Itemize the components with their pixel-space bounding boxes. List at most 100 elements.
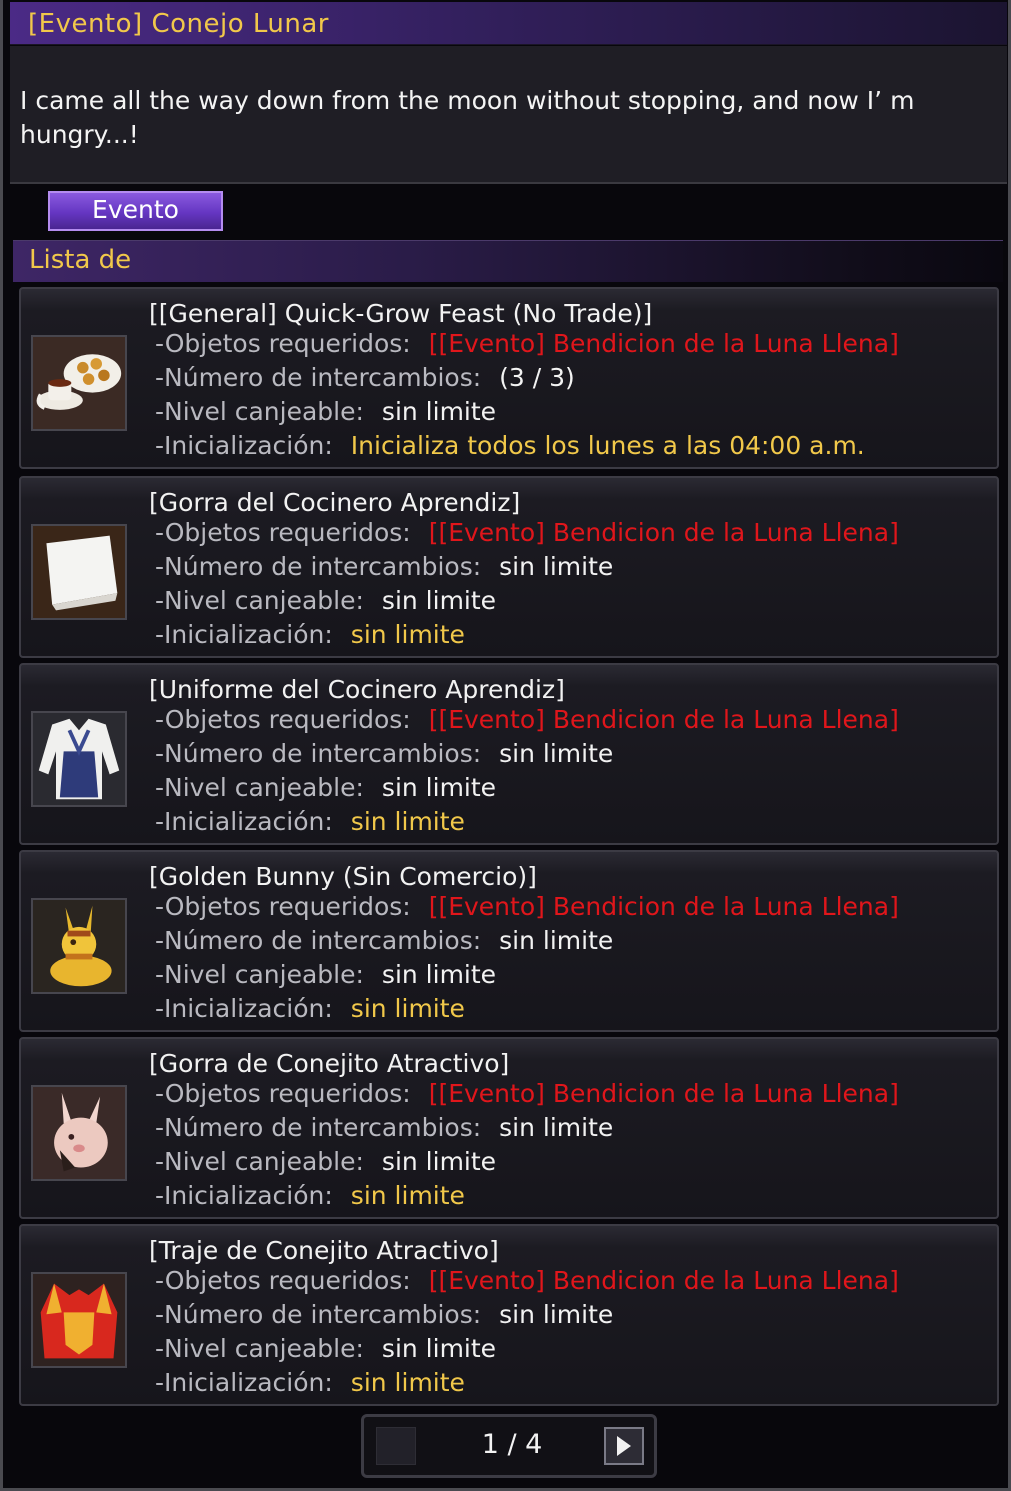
required-items-row: -Objetos requeridos: [[Evento] Bendicion … <box>155 1079 899 1108</box>
level-label: -Nivel canjeable: <box>155 773 364 802</box>
level-label: -Nivel canjeable: <box>155 586 364 615</box>
exchanges-label: -Número de intercambios: <box>155 926 482 955</box>
level-label: -Nivel canjeable: <box>155 397 364 426</box>
level-value: sin limite <box>381 1334 497 1363</box>
required-value: [[Evento] Bendicion de la Luna Llena] <box>428 705 899 734</box>
exchanges-label: -Número de intercambios: <box>155 552 482 581</box>
reset-row: -Inicialización: sin limite <box>155 994 465 1023</box>
next-page-icon[interactable] <box>604 1427 644 1465</box>
level-row: -Nivel canjeable: sin limite <box>155 960 496 989</box>
npc-dialog: I came all the way down from the moon wi… <box>10 46 1007 184</box>
exchange-item[interactable]: [Gorra de Conejito Atractivo] -Objetos r… <box>19 1037 999 1219</box>
npc-shop-window: [Evento] Conejo Lunar I came all the way… <box>0 0 1011 1491</box>
reset-value: sin limite <box>350 1368 465 1397</box>
level-value: sin limite <box>381 773 497 802</box>
required-label: -Objetos requeridos: <box>155 1266 411 1295</box>
item-name: [Uniforme del Cocinero Aprendiz] <box>149 675 565 704</box>
reset-row: -Inicialización: Inicializa todos los lun… <box>155 431 865 460</box>
required-label: -Objetos requeridos: <box>155 518 411 547</box>
exchange-item[interactable]: [[General] Quick-Grow Feast (No Trade)] … <box>19 287 999 469</box>
exchange-item[interactable]: [Traje de Conejito Atractivo] -Objetos r… <box>19 1224 999 1406</box>
exchanges-row: -Número de intercambios: sin limite <box>155 552 613 581</box>
required-label: -Objetos requeridos: <box>155 892 411 921</box>
exchanges-label: -Número de intercambios: <box>155 363 482 392</box>
list-header: Lista de <box>13 240 1003 282</box>
reset-label: -Inicialización: <box>155 807 333 836</box>
exchanges-row: -Número de intercambios: (3 / 3) <box>155 363 575 392</box>
exchanges-value: sin limite <box>499 1300 614 1329</box>
reset-row: -Inicialización: sin limite <box>155 807 465 836</box>
exchanges-label: -Número de intercambios: <box>155 1113 482 1142</box>
exchange-item[interactable]: [Golden Bunny (Sin Comercio)] -Objetos r… <box>19 850 999 1032</box>
item-name: [Traje de Conejito Atractivo] <box>149 1236 499 1265</box>
level-label: -Nivel canjeable: <box>155 1334 364 1363</box>
required-items-row: -Objetos requeridos: [[Evento] Bendicion … <box>155 518 899 547</box>
bunny-suit-icon <box>31 1272 127 1368</box>
reset-value: sin limite <box>350 807 465 836</box>
window-titlebar[interactable]: [Evento] Conejo Lunar <box>10 2 1007 45</box>
feast-icon <box>31 335 127 431</box>
item-name: [Gorra de Conejito Atractivo] <box>149 1049 510 1078</box>
level-value: sin limite <box>381 960 497 989</box>
exchange-item[interactable]: [Gorra del Cocinero Aprendiz] -Objetos r… <box>19 476 999 658</box>
exchanges-row: -Número de intercambios: sin limite <box>155 1300 613 1329</box>
required-value: [[Evento] Bendicion de la Luna Llena] <box>428 892 899 921</box>
level-row: -Nivel canjeable: sin limite <box>155 1147 496 1176</box>
level-label: -Nivel canjeable: <box>155 960 364 989</box>
golden-bunny-icon <box>31 898 127 994</box>
reset-label: -Inicialización: <box>155 1368 333 1397</box>
chef-hat-icon <box>31 524 127 620</box>
exchange-item[interactable]: [Uniforme del Cocinero Aprendiz] -Objeto… <box>19 663 999 845</box>
window-title: [Evento] Conejo Lunar <box>28 9 329 39</box>
required-value: [[Evento] Bendicion de la Luna Llena] <box>428 518 899 547</box>
exchanges-row: -Número de intercambios: sin limite <box>155 926 613 955</box>
level-value: sin limite <box>381 1147 497 1176</box>
tab-evento[interactable]: Evento <box>48 191 223 231</box>
reset-row: -Inicialización: sin limite <box>155 620 465 649</box>
reset-row: -Inicialización: sin limite <box>155 1368 465 1397</box>
required-items-row: -Objetos requeridos: [[Evento] Bendicion … <box>155 329 899 358</box>
item-name: [Golden Bunny (Sin Comercio)] <box>149 862 537 891</box>
exchanges-label: -Número de intercambios: <box>155 739 482 768</box>
list-header-label: Lista de <box>29 245 132 275</box>
required-value: [[Evento] Bendicion de la Luna Llena] <box>428 1079 899 1108</box>
level-row: -Nivel canjeable: sin limite <box>155 1334 496 1363</box>
required-value: [[Evento] Bendicion de la Luna Llena] <box>428 1266 899 1295</box>
level-row: -Nivel canjeable: sin limite <box>155 397 496 426</box>
level-value: sin limite <box>381 397 497 426</box>
reset-row: -Inicialización: sin limite <box>155 1181 465 1210</box>
exchanges-label: -Número de intercambios: <box>155 1300 482 1329</box>
exchanges-value: sin limite <box>499 552 614 581</box>
exchanges-value: sin limite <box>499 1113 614 1142</box>
required-label: -Objetos requeridos: <box>155 1079 411 1108</box>
reset-value: sin limite <box>350 994 465 1023</box>
reset-label: -Inicialización: <box>155 431 333 460</box>
item-name: [[General] Quick-Grow Feast (No Trade)] <box>149 299 653 328</box>
level-row: -Nivel canjeable: sin limite <box>155 773 496 802</box>
chef-uniform-icon <box>31 711 127 807</box>
pagination: 1 / 4 <box>361 1414 657 1478</box>
reset-value: sin limite <box>350 620 465 649</box>
exchanges-value: sin limite <box>499 739 614 768</box>
level-row: -Nivel canjeable: sin limite <box>155 586 496 615</box>
npc-dialog-text: I came all the way down from the moon wi… <box>20 86 915 149</box>
exchanges-value: sin limite <box>499 926 614 955</box>
reset-value: sin limite <box>350 1181 465 1210</box>
reset-label: -Inicialización: <box>155 620 333 649</box>
exchanges-row: -Número de intercambios: sin limite <box>155 1113 613 1142</box>
required-value: [[Evento] Bendicion de la Luna Llena] <box>428 329 899 358</box>
reset-label: -Inicialización: <box>155 994 333 1023</box>
required-label: -Objetos requeridos: <box>155 705 411 734</box>
required-items-row: -Objetos requeridos: [[Evento] Bendicion … <box>155 892 899 921</box>
required-items-row: -Objetos requeridos: [[Evento] Bendicion … <box>155 1266 899 1295</box>
exchanges-row: -Número de intercambios: sin limite <box>155 739 613 768</box>
reset-value: Inicializa todos los lunes a las 04:00 a… <box>350 431 865 460</box>
required-label: -Objetos requeridos: <box>155 329 411 358</box>
required-items-row: -Objetos requeridos: [[Evento] Bendicion … <box>155 705 899 734</box>
level-value: sin limite <box>381 586 497 615</box>
item-name: [Gorra del Cocinero Aprendiz] <box>149 488 521 517</box>
exchanges-value: (3 / 3) <box>499 363 575 392</box>
reset-label: -Inicialización: <box>155 1181 333 1210</box>
bunny-hat-icon <box>31 1085 127 1181</box>
level-label: -Nivel canjeable: <box>155 1147 364 1176</box>
